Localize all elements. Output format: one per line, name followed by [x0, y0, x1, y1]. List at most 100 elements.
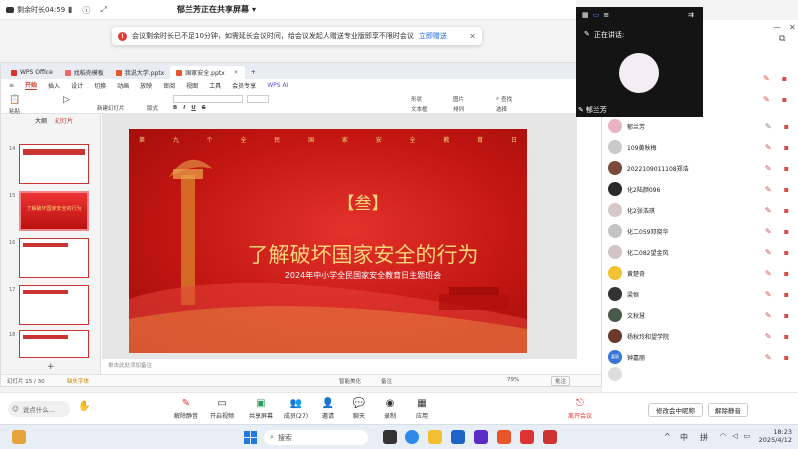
- close-tab-icon[interactable]: ×: [234, 69, 239, 76]
- find-button[interactable]: ⌕ 查找: [496, 95, 512, 104]
- menu-wps-ai[interactable]: WPS AI: [267, 82, 288, 89]
- new-slide-button[interactable]: 新建幻灯片: [97, 104, 125, 112]
- list-item[interactable]: 化二082望金风 ✎ ▪: [608, 243, 793, 261]
- task-view-icon[interactable]: [383, 430, 397, 444]
- mic-icon[interactable]: ✎: [765, 269, 772, 278]
- bold-icon[interactable]: B: [173, 105, 177, 111]
- app-icon[interactable]: [474, 430, 488, 444]
- picture-button[interactable]: 图片: [453, 95, 464, 103]
- menu-icon[interactable]: ≡: [9, 82, 14, 89]
- mic-icon[interactable]: ✎: [765, 332, 772, 341]
- camera-icon[interactable]: ▪: [784, 227, 789, 236]
- camera-icon[interactable]: ▪: [784, 311, 789, 320]
- mic-icon[interactable]: ✎: [765, 122, 772, 131]
- tray-chevron-icon[interactable]: ^: [664, 432, 671, 441]
- edge-icon[interactable]: [405, 430, 419, 444]
- mic-icon[interactable]: ✎: [765, 248, 772, 257]
- menu-insert[interactable]: 插入: [48, 81, 60, 90]
- unmute-all-button[interactable]: 解除静音: [708, 403, 748, 417]
- list-item[interactable]: 杨秋玲和望学院 ✎ ▪: [608, 327, 793, 345]
- menu-home[interactable]: 开始: [25, 80, 38, 90]
- slide-thumbnail[interactable]: [19, 285, 89, 325]
- info-icon[interactable]: ⓘ: [82, 5, 90, 16]
- camera-icon[interactable]: ▪: [784, 206, 789, 215]
- widget-icon[interactable]: [12, 430, 26, 444]
- camera-icon[interactable]: ▪: [784, 185, 789, 194]
- menu-design[interactable]: 设计: [71, 81, 83, 90]
- mic-icon[interactable]: ✎: [765, 206, 772, 215]
- font-select[interactable]: [173, 95, 243, 103]
- new-tab-button[interactable]: +: [245, 66, 262, 79]
- paste-button[interactable]: 📋 粘贴: [9, 95, 20, 115]
- slide[interactable]: 第九个全民国家安全教育日 【叁】 了解破坏国家安全的行为 2024年中小学全民国…: [129, 129, 527, 353]
- app-icon[interactable]: [543, 430, 557, 444]
- input-language[interactable]: 中: [680, 432, 688, 443]
- comment-button[interactable]: 批注: [551, 376, 571, 386]
- clock[interactable]: 18:23 2025/4/12: [756, 428, 792, 444]
- camera-icon[interactable]: ▪: [782, 74, 787, 83]
- mute-button[interactable]: ✎ 解除静音: [170, 397, 202, 421]
- slide-thumbnail[interactable]: [19, 144, 89, 184]
- list-item[interactable]: 化2陆颜096 ✎ ▪: [608, 180, 793, 198]
- slides-tab[interactable]: 幻灯片: [55, 116, 73, 125]
- emoji-icon[interactable]: ☺: [12, 405, 19, 413]
- tab-file-1[interactable]: 我说大学.pptx: [110, 66, 170, 79]
- mic-icon[interactable]: ✎: [765, 164, 772, 173]
- mic-icon[interactable]: ✎: [765, 185, 772, 194]
- camera-icon[interactable]: ▪: [784, 269, 789, 278]
- add-slide-button[interactable]: +: [47, 362, 55, 372]
- layout-button[interactable]: 版式: [147, 104, 158, 112]
- chat-button[interactable]: 💬 聊天: [343, 397, 375, 421]
- list-item[interactable]: 文秋慧 ✎ ▪: [608, 306, 793, 324]
- layout-icon[interactable]: ⇉: [688, 11, 694, 19]
- list-item[interactable]: 化2张浩琪 ✎ ▪: [608, 201, 793, 219]
- menu-review[interactable]: 审阅: [163, 81, 175, 90]
- slide-thumbnail-active[interactable]: 了解破坏国家安全的行为: [19, 191, 89, 231]
- system-tray[interactable]: ◠ ◁ ▭: [720, 432, 750, 440]
- file-explorer-icon[interactable]: [428, 430, 442, 444]
- mic-icon[interactable]: ✎: [765, 311, 772, 320]
- list-item[interactable]: 嘉丽 钟嘉丽 ✎ ▪: [608, 348, 793, 366]
- slide-thumbnail[interactable]: [19, 238, 89, 278]
- mic-icon[interactable]: ✎: [763, 74, 770, 83]
- zoom-level[interactable]: 79%: [507, 377, 519, 383]
- input-method[interactable]: 拼: [700, 432, 708, 443]
- members-button[interactable]: 👥 成员(27): [280, 397, 312, 421]
- mic-icon[interactable]: ✎: [765, 227, 772, 236]
- menu-transition[interactable]: 切换: [94, 81, 106, 90]
- menu-view[interactable]: 视图: [186, 81, 198, 90]
- camera-icon[interactable]: ▪: [784, 290, 789, 299]
- font-size-select[interactable]: [247, 95, 269, 103]
- list-item[interactable]: [608, 367, 793, 381]
- meeting-app-icon[interactable]: [520, 430, 534, 444]
- record-button[interactable]: ◉ 录制: [374, 397, 406, 421]
- minimize-icon[interactable]: —: [773, 23, 781, 32]
- gift-link[interactable]: 立即赠送: [419, 31, 447, 41]
- list-item[interactable]: 化二059邓晓华 ✎ ▪: [608, 222, 793, 240]
- mic-icon[interactable]: ✎: [765, 290, 772, 299]
- camera-icon[interactable]: ▪: [784, 332, 789, 341]
- tab-templates[interactable]: 找稻壳模板: [59, 66, 110, 79]
- slideshow-start-button[interactable]: ▷: [63, 95, 70, 105]
- missing-font-indicator[interactable]: 缺失字体: [67, 377, 89, 385]
- camera-icon[interactable]: ▪: [784, 248, 789, 257]
- popout-icon[interactable]: ⧉: [779, 34, 785, 44]
- italic-icon[interactable]: I: [183, 105, 185, 111]
- tab-wps-office[interactable]: WPS Office: [5, 66, 59, 79]
- list-item[interactable]: 黄楚奇 ✎ ▪: [608, 264, 793, 282]
- apps-button[interactable]: ▦ 应用: [406, 397, 438, 421]
- tab-file-2[interactable]: 国家安全.pptx ×: [170, 66, 245, 79]
- textbox-button[interactable]: 文本框: [411, 105, 428, 113]
- camera-icon[interactable]: ▪: [784, 164, 789, 173]
- mic-icon[interactable]: ✎: [765, 143, 772, 152]
- notes-area[interactable]: 单击此处添加备注: [102, 361, 577, 373]
- camera-icon[interactable]: ▪: [782, 95, 787, 104]
- underline-icon[interactable]: U: [191, 105, 195, 111]
- screen-icon[interactable]: ▭: [593, 11, 600, 19]
- chat-input[interactable]: ☺ 说点什么...: [8, 401, 70, 417]
- camera-icon[interactable]: ▪: [784, 143, 789, 152]
- strikethrough-icon[interactable]: S: [202, 105, 206, 111]
- slide-thumbnail[interactable]: [19, 330, 89, 358]
- camera-icon[interactable]: ▪: [784, 122, 789, 131]
- grid-icon[interactable]: ▦: [582, 11, 589, 19]
